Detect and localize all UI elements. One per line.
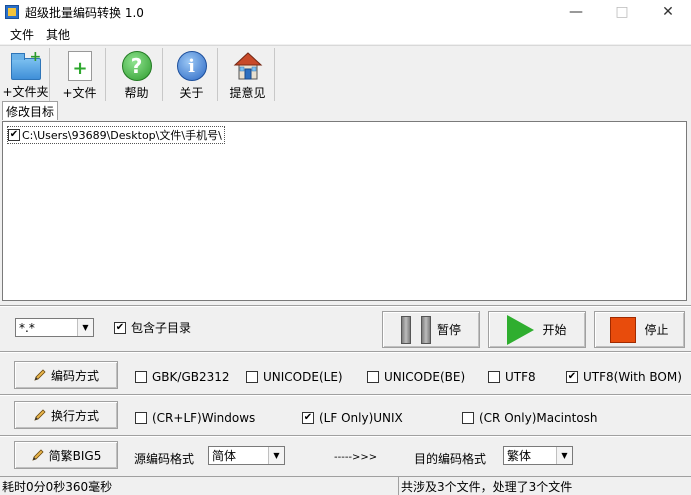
- linebreak-option-label: (LF Only)UNIX: [319, 411, 403, 425]
- pencil-icon: [34, 409, 46, 421]
- encoding-option[interactable]: GBK/GB2312: [135, 370, 230, 384]
- app-icon: [5, 5, 19, 19]
- about-button[interactable]: i 关于: [166, 48, 218, 101]
- linebreak-checkbox[interactable]: ✔: [302, 412, 314, 424]
- source-encoding-combo[interactable]: 简体 ▼: [208, 446, 285, 465]
- encoding-option-label: UTF8: [505, 370, 536, 384]
- source-encoding-value: 简体: [212, 449, 237, 463]
- linebreak-option[interactable]: (CR Only)Macintosh: [462, 411, 598, 425]
- pencil-icon: [34, 369, 46, 381]
- encoding-mode-label: 编码方式: [50, 368, 99, 383]
- stop-label: 停止: [644, 323, 669, 337]
- encoding-option[interactable]: UNICODE(LE): [246, 370, 343, 384]
- elapsed-time: 耗时0分0秒360毫秒: [0, 477, 399, 495]
- add-file-button[interactable]: +文件: [54, 48, 106, 101]
- add-file-label: +文件: [62, 86, 97, 100]
- pause-icon: [400, 315, 431, 344]
- chinese-convert-label: 简繁BIG5: [48, 448, 102, 463]
- list-item[interactable]: ✔ C:\Users\93689\Desktop\文件\手机号\: [7, 126, 225, 144]
- close-button[interactable]: ✕: [645, 0, 691, 24]
- file-add-icon: [67, 51, 92, 81]
- encoding-option-label: UNICODE(BE): [384, 370, 466, 384]
- info-icon: i: [176, 51, 207, 81]
- target-encoding-combo[interactable]: 繁体 ▼: [503, 446, 573, 465]
- encoding-option-label: UTF8(With BOM): [583, 370, 682, 384]
- target-encoding-label: 目的编码格式: [414, 452, 487, 466]
- tab-targets[interactable]: 修改目标: [2, 101, 59, 120]
- pencil-icon: [32, 449, 44, 461]
- encoding-option-label: GBK/GB2312: [152, 370, 230, 384]
- about-label: 关于: [179, 86, 204, 100]
- divider: [0, 305, 691, 307]
- linebreak-option-label: (CR+LF)Windows: [152, 411, 256, 425]
- conversion-arrow: ----->>>: [334, 452, 378, 463]
- start-label: 开始: [542, 323, 567, 337]
- status-bar: 耗时0分0秒360毫秒 共涉及3个文件，处理了3个文件: [0, 476, 691, 495]
- toolbar: +文件夹 +文件 ? 帮助 i 关于 提意见: [0, 45, 691, 101]
- divider: [0, 351, 691, 353]
- encoding-checkbox[interactable]: [367, 371, 379, 383]
- linebreak-option[interactable]: ✔ (LF Only)UNIX: [302, 411, 403, 425]
- pause-label: 暂停: [436, 323, 461, 337]
- encoding-checkbox[interactable]: [135, 371, 147, 383]
- linebreak-option[interactable]: (CR+LF)Windows: [135, 411, 255, 425]
- chevron-down-icon[interactable]: ▼: [556, 447, 572, 464]
- divider: [0, 435, 691, 437]
- pause-button[interactable]: 暂停: [382, 311, 480, 348]
- feedback-button[interactable]: 提意见: [221, 48, 275, 101]
- maximize-button[interactable]: □: [599, 0, 645, 24]
- file-summary: 共涉及3个文件，处理了3个文件: [401, 479, 573, 494]
- encoding-option-label: UNICODE(LE): [263, 370, 343, 384]
- target-checkbox[interactable]: ✔: [8, 129, 20, 141]
- target-path: C:\Users\93689\Desktop\文件\手机号\: [22, 129, 222, 142]
- title-bar: 超级批量编码转换 1.0 — □ ✕: [0, 0, 691, 24]
- window-title: 超级批量编码转换 1.0: [25, 5, 144, 20]
- include-subdirs-checkbox[interactable]: ✔: [114, 321, 126, 334]
- encoding-checkbox[interactable]: [488, 371, 500, 383]
- target-list[interactable]: ✔ C:\Users\93689\Desktop\文件\手机号\: [2, 121, 687, 301]
- help-icon: ?: [121, 51, 152, 81]
- linebreak-mode-button[interactable]: 换行方式: [14, 401, 118, 429]
- feedback-label: 提意见: [229, 86, 266, 100]
- linebreak-mode-label: 换行方式: [50, 408, 99, 423]
- file-pattern-value: *.*: [19, 320, 35, 335]
- source-encoding-label: 源编码格式: [134, 452, 195, 466]
- encoding-checkbox[interactable]: [246, 371, 258, 383]
- start-button[interactable]: 开始: [488, 311, 586, 348]
- encoding-checkbox[interactable]: ✔: [566, 371, 578, 383]
- home-icon: [233, 52, 262, 80]
- help-button[interactable]: ? 帮助: [111, 48, 163, 101]
- menu-bar: 文件 其他: [0, 24, 691, 44]
- include-subdirs-option[interactable]: ✔ 包含子目录: [114, 319, 191, 336]
- encoding-option[interactable]: UNICODE(BE): [367, 370, 465, 384]
- target-encoding-value: 繁体: [507, 449, 532, 463]
- encoding-mode-button[interactable]: 编码方式: [14, 361, 118, 389]
- linebreak-checkbox[interactable]: [135, 412, 147, 424]
- menu-other[interactable]: 其他: [40, 26, 76, 43]
- add-folder-button[interactable]: +文件夹: [2, 48, 50, 101]
- chevron-down-icon[interactable]: ▼: [268, 447, 284, 464]
- play-icon: [507, 314, 535, 345]
- minimize-button[interactable]: —: [553, 0, 599, 24]
- folder-add-icon: [10, 49, 41, 80]
- encoding-option[interactable]: ✔ UTF8(With BOM): [566, 370, 682, 384]
- chevron-down-icon[interactable]: ▼: [77, 319, 93, 336]
- help-label: 帮助: [124, 86, 149, 100]
- linebreak-checkbox[interactable]: [462, 412, 474, 424]
- chinese-convert-button[interactable]: 简繁BIG5: [14, 441, 118, 469]
- encoding-option[interactable]: UTF8: [488, 370, 536, 384]
- tab-strip: 修改目标: [0, 101, 691, 120]
- include-subdirs-label: 包含子目录: [131, 321, 192, 335]
- add-folder-label: +文件夹: [2, 85, 49, 99]
- stop-button[interactable]: 停止: [594, 311, 685, 348]
- stop-icon: [610, 316, 637, 343]
- linebreak-option-label: (CR Only)Macintosh: [479, 411, 598, 425]
- menu-file[interactable]: 文件: [4, 26, 40, 43]
- file-pattern-combo[interactable]: *.* ▼: [15, 318, 94, 337]
- divider: [0, 394, 691, 396]
